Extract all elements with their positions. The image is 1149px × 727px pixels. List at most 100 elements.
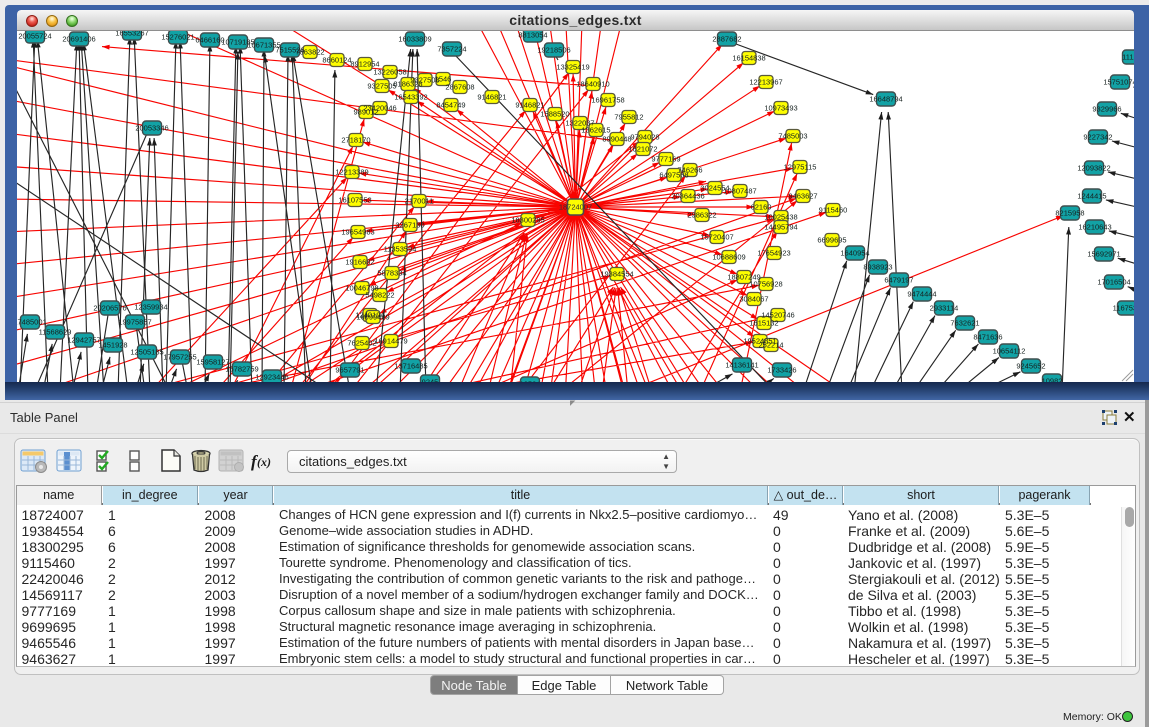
svg-text:12213389: 12213389 xyxy=(335,168,368,177)
svg-text:1615132: 1615132 xyxy=(749,319,778,328)
svg-text:252214: 252214 xyxy=(758,341,783,350)
svg-text:1167534: 1167534 xyxy=(1113,304,1134,313)
svg-text:8660124: 8660124 xyxy=(322,56,351,65)
svg-text:62160: 62160 xyxy=(751,203,772,212)
svg-text:17654923: 17654923 xyxy=(757,249,790,258)
svg-text:14136141: 14136141 xyxy=(725,361,758,370)
svg-text:12524: 12524 xyxy=(520,380,541,383)
svg-text:12505185: 12505185 xyxy=(130,348,163,357)
svg-text:10688609: 10688609 xyxy=(712,253,745,262)
svg-text:13325419: 13325419 xyxy=(556,63,589,72)
svg-text:9245: 9245 xyxy=(422,378,439,383)
svg-text:16782759: 16782759 xyxy=(225,365,258,374)
svg-text:10982: 10982 xyxy=(1042,377,1063,383)
svg-text:16648794: 16648794 xyxy=(869,95,902,104)
svg-text:9146821: 9146821 xyxy=(477,93,506,102)
svg-text:10654112: 10654112 xyxy=(993,347,1026,356)
svg-text:16914479: 16914479 xyxy=(374,337,407,346)
svg-text:2718170: 2718170 xyxy=(341,136,370,145)
svg-text:17485001: 17485001 xyxy=(17,318,47,327)
svg-text:5498222: 5498222 xyxy=(365,291,394,300)
svg-text:20691406: 20691406 xyxy=(62,35,95,44)
svg-text:17957255: 17957255 xyxy=(163,353,196,362)
svg-text:9657791: 9657791 xyxy=(335,366,364,375)
svg-text:12213967: 12213967 xyxy=(749,78,782,87)
svg-text:20206576: 20206576 xyxy=(93,304,126,313)
svg-text:9794028: 9794028 xyxy=(630,133,659,142)
svg-text:11121: 11121 xyxy=(1122,53,1134,62)
svg-text:12923446: 12923446 xyxy=(255,373,288,382)
svg-text:2933114: 2933114 xyxy=(930,304,959,313)
svg-text:16210643: 16210643 xyxy=(1078,223,1111,232)
svg-text:8471636: 8471636 xyxy=(973,333,1002,342)
svg-text:10756928: 10756928 xyxy=(749,280,782,289)
svg-text:18640910: 18640910 xyxy=(576,80,609,89)
svg-text:11353594: 11353594 xyxy=(384,245,417,254)
svg-text:13226058: 13226058 xyxy=(373,68,406,77)
svg-text:15751074: 15751074 xyxy=(1103,78,1134,87)
svg-text:7357224: 7357224 xyxy=(437,45,466,54)
svg-text:9474444: 9474444 xyxy=(907,290,936,299)
svg-text:19975857: 19975857 xyxy=(118,318,151,327)
svg-text:9463627: 9463627 xyxy=(788,192,817,201)
svg-text:1621072: 1621072 xyxy=(628,145,657,154)
svg-text:15720407: 15720407 xyxy=(700,233,733,242)
svg-text:15692971: 15692971 xyxy=(1087,250,1120,259)
svg-text:9327505: 9327505 xyxy=(367,82,396,91)
svg-text:20055724: 20055724 xyxy=(18,32,51,41)
svg-text:2986322: 2986322 xyxy=(687,211,716,220)
svg-text:1640954: 1640954 xyxy=(840,249,869,258)
svg-text:9146821: 9146821 xyxy=(515,101,544,110)
svg-text:1916682: 1916682 xyxy=(345,258,374,267)
svg-text:12359934: 12359934 xyxy=(134,303,167,312)
svg-text:20053346: 20053346 xyxy=(135,124,168,133)
svg-text:1362615: 1362615 xyxy=(581,126,610,135)
svg-text:8215958: 8215958 xyxy=(1055,209,1084,218)
svg-text:16033809: 16033809 xyxy=(398,35,431,44)
svg-text:12942757: 12942757 xyxy=(67,336,100,345)
svg-text:16543392: 16543392 xyxy=(394,93,427,102)
svg-text:746266: 746266 xyxy=(677,166,702,175)
svg-text:9777169: 9777169 xyxy=(651,155,680,164)
svg-text:7632621: 7632621 xyxy=(950,319,979,328)
svg-text:16099489: 16099489 xyxy=(356,313,389,322)
svg-text:5878334: 5878334 xyxy=(377,269,406,278)
svg-text:3267130: 3267130 xyxy=(395,221,424,230)
svg-text:(x): (x) xyxy=(257,455,271,469)
svg-text:3024554: 3024554 xyxy=(700,184,729,193)
svg-text:16154838: 16154838 xyxy=(732,54,765,63)
svg-text:17016504: 17016504 xyxy=(1097,278,1130,287)
svg-text:15276021: 15276021 xyxy=(161,33,194,42)
svg-text:6479197: 6479197 xyxy=(884,276,913,285)
svg-text:16961758: 16961758 xyxy=(591,96,624,105)
svg-text:10973493: 10973493 xyxy=(764,104,797,113)
svg-text:18724007: 18724007 xyxy=(559,203,592,212)
svg-text:1588520: 1588520 xyxy=(540,110,569,119)
svg-text:989012: 989012 xyxy=(353,108,378,117)
svg-text:8990448: 8990448 xyxy=(602,135,631,144)
svg-text:7663822: 7663822 xyxy=(295,48,324,57)
svg-text:9115460: 9115460 xyxy=(819,206,848,215)
svg-text:16107553: 16107553 xyxy=(338,196,371,205)
svg-text:20364436: 20364436 xyxy=(671,192,704,201)
svg-text:19654983: 19654983 xyxy=(341,228,374,237)
svg-text:16553267: 16553267 xyxy=(115,31,148,38)
svg-text:9245652: 9245652 xyxy=(1016,362,1045,371)
svg-text:10025438: 10025438 xyxy=(764,213,797,222)
svg-text:2867608: 2867608 xyxy=(445,83,474,92)
svg-text:8454749: 8454749 xyxy=(436,101,465,110)
svg-text:6699695: 6699695 xyxy=(817,236,846,245)
svg-text:12975115: 12975115 xyxy=(784,163,817,172)
svg-text:1451928: 1451928 xyxy=(98,341,127,350)
svg-text:6466160: 6466160 xyxy=(195,36,224,45)
svg-text:8813054: 8813054 xyxy=(518,31,547,40)
svg-text:3084067: 3084067 xyxy=(739,295,768,304)
svg-text:7485003: 7485003 xyxy=(778,132,807,141)
svg-text:18300295: 18300295 xyxy=(511,216,544,225)
svg-text:19384554: 19384554 xyxy=(600,270,633,279)
svg-text:9329966: 9329966 xyxy=(1092,105,1121,114)
svg-text:2170011: 2170011 xyxy=(405,197,434,206)
svg-text:7625402: 7625402 xyxy=(347,339,376,348)
svg-text:9227342: 9227342 xyxy=(1083,133,1112,142)
svg-text:2887682: 2887682 xyxy=(712,35,741,44)
